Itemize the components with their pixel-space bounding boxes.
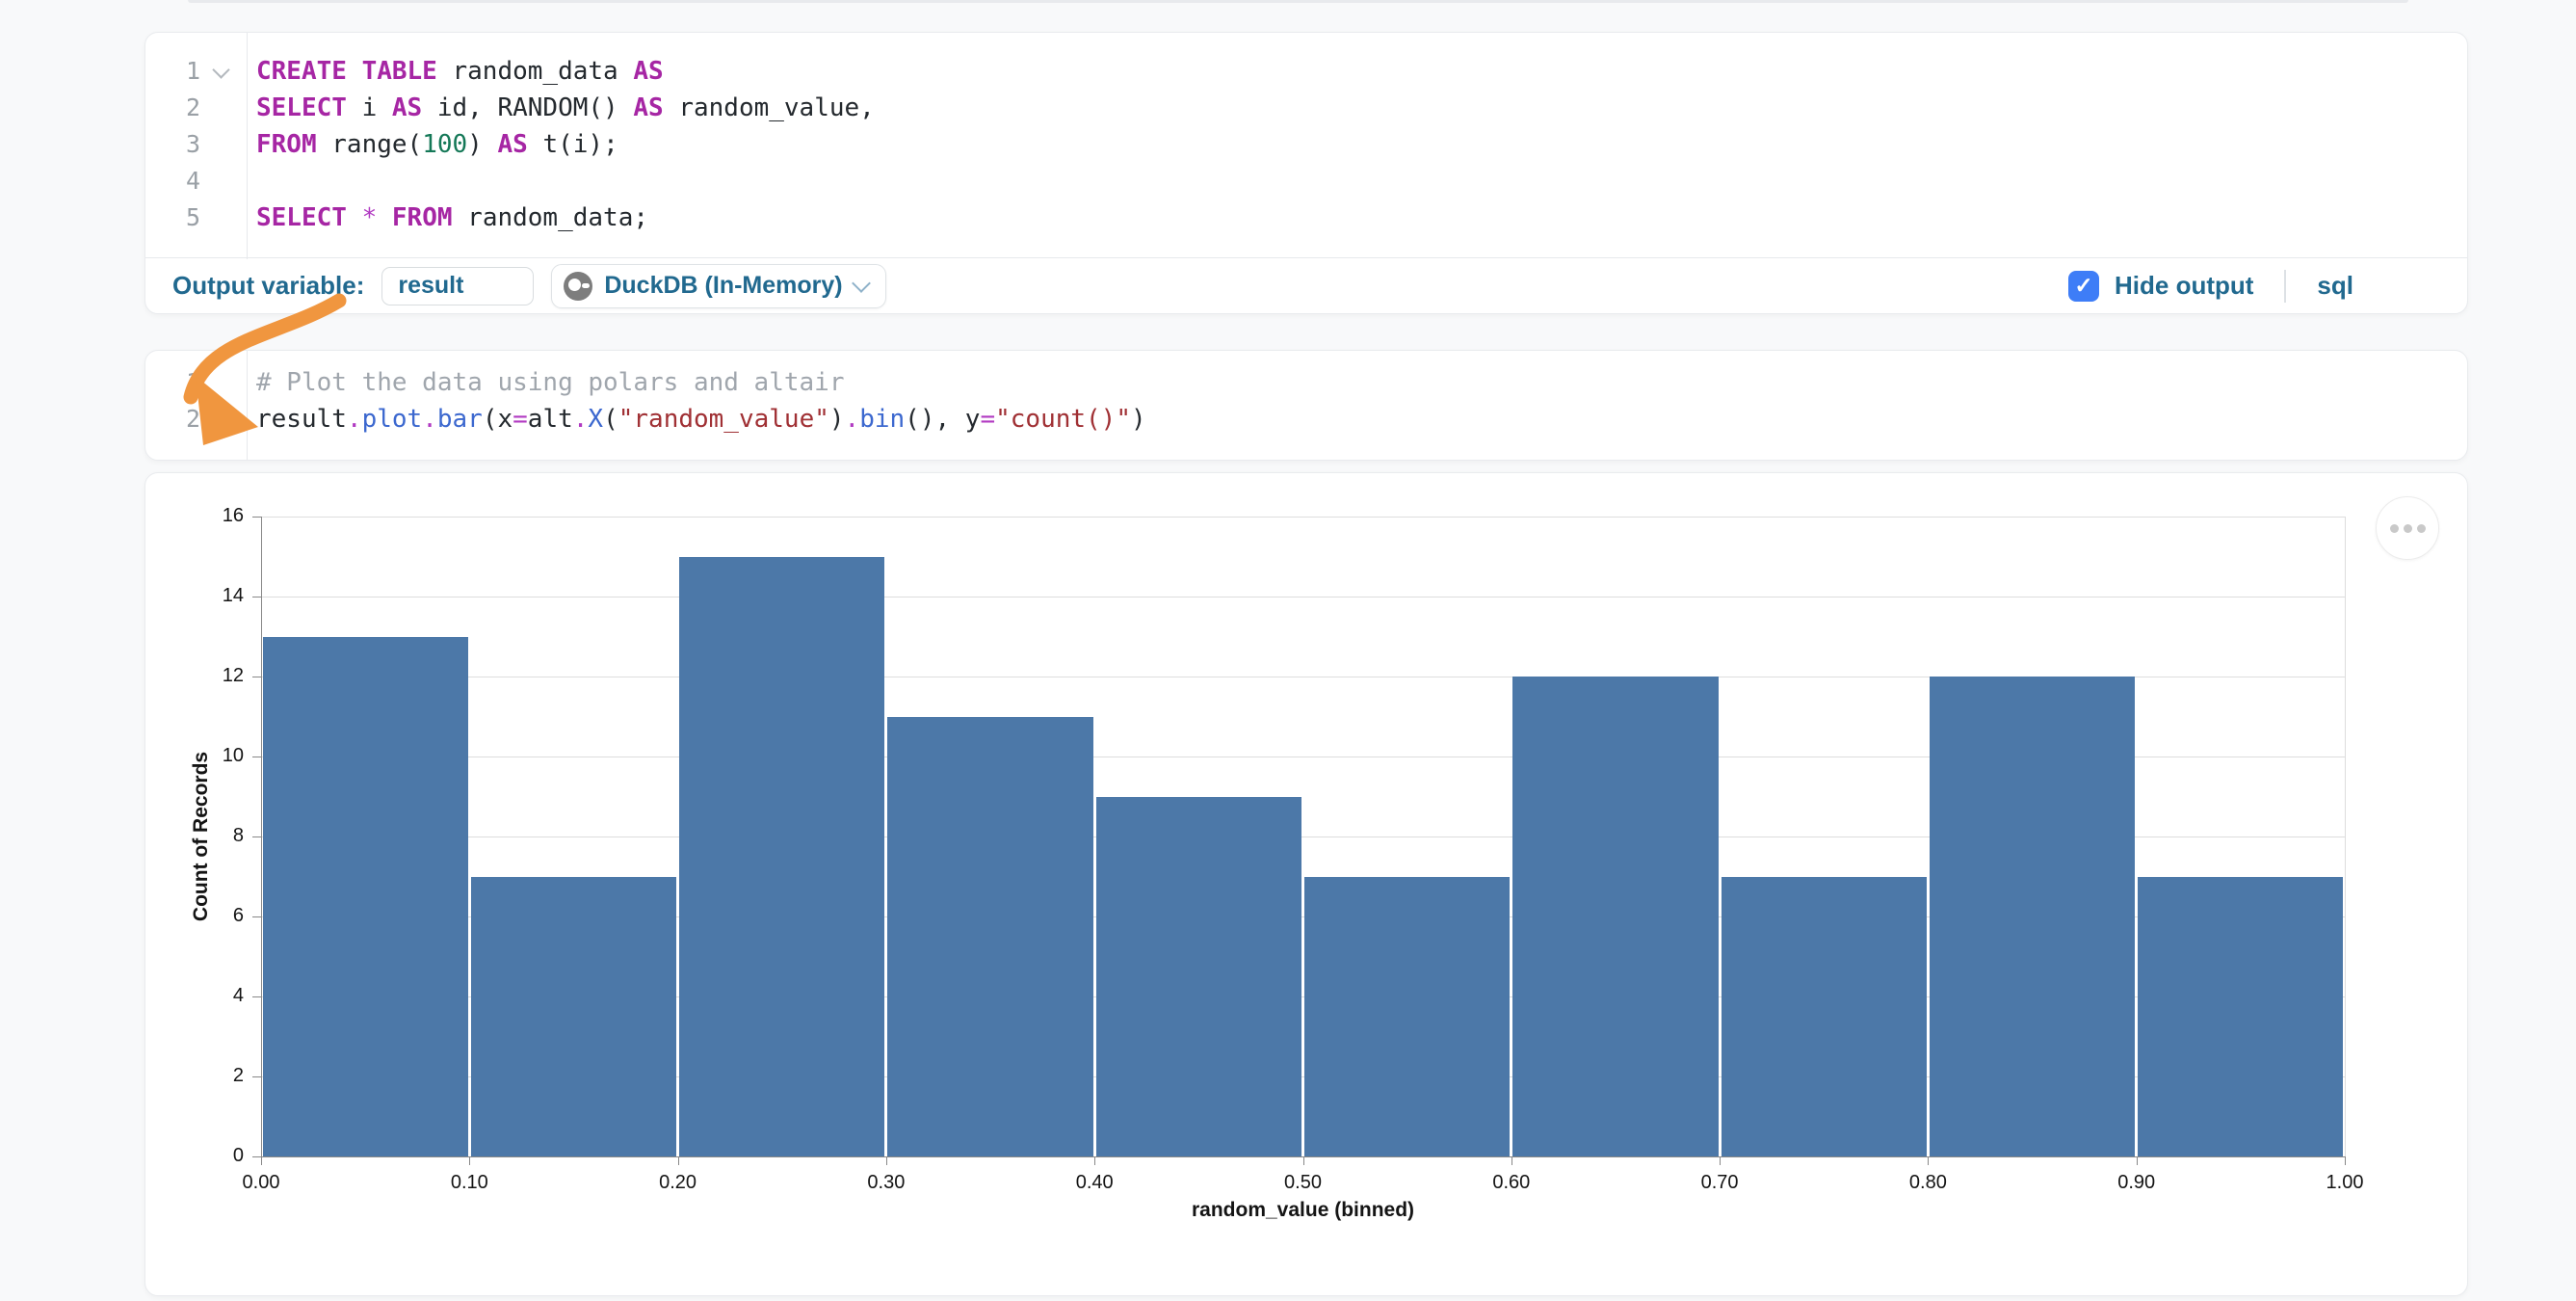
y-tick — [252, 1076, 261, 1077]
python-code-lines: # Plot the data using polars and altairr… — [248, 364, 2467, 438]
sql-line-number-gutter: 12345 — [145, 33, 248, 259]
x-tick-label: 0.10 — [416, 1172, 522, 1194]
y-tick-label: 2 — [180, 1065, 244, 1087]
x-tick — [261, 1156, 262, 1165]
bar — [1304, 877, 1510, 1157]
code-line: FROM range(100) AS t(i); — [256, 126, 2467, 163]
x-tick-label: 0.20 — [625, 1172, 731, 1194]
footer-divider — [2284, 270, 2286, 303]
line-number: 1 — [145, 364, 247, 401]
code-line: # Plot the data using polars and altair — [256, 364, 2467, 401]
y-tick-label: 14 — [180, 585, 244, 607]
bar — [1096, 797, 1301, 1157]
x-tick — [1720, 1156, 1721, 1165]
x-tick-label: 0.70 — [1667, 1172, 1773, 1194]
x-tick-label: 1.00 — [2292, 1172, 2398, 1194]
x-tick — [1094, 1156, 1095, 1165]
y-axis-line — [261, 517, 262, 1157]
code-line: SELECT * FROM random_data; — [256, 199, 2467, 236]
sql-cell-footer: Output variable: DuckDB (In-Memory) ✓ Hi… — [145, 257, 2467, 313]
y-axis-title: Count of Records — [190, 752, 213, 921]
line-number: 1 — [145, 53, 247, 90]
x-tick — [2345, 1156, 2346, 1165]
duckdb-icon — [564, 272, 592, 301]
x-tick — [886, 1156, 887, 1165]
code-line: result.plot.bar(x=alt.X("random_value").… — [256, 401, 2467, 438]
footer-left-group: Output variable: DuckDB (In-Memory) — [172, 264, 2068, 308]
y-tick-label: 12 — [180, 665, 244, 687]
bar — [1512, 677, 1718, 1156]
line-number: 5 — [145, 199, 247, 236]
output-variable-input[interactable] — [381, 267, 534, 305]
y-tick-label: 0 — [180, 1145, 244, 1167]
python-line-number-gutter: 12 — [145, 351, 248, 460]
y-tick — [252, 916, 261, 917]
python-cell: 12 # Plot the data using polars and alta… — [145, 350, 2468, 461]
sql-code-editor[interactable]: 12345 CREATE TABLE random_data ASSELECT … — [145, 33, 2467, 279]
bar — [887, 717, 1092, 1157]
bar — [1722, 877, 1927, 1157]
chart-output-cell: 02468101214160.000.100.200.300.400.500.6… — [145, 472, 2468, 1296]
hide-output-checkbox[interactable]: ✓ — [2068, 271, 2099, 302]
chevron-down-icon — [852, 274, 871, 293]
bar — [679, 557, 884, 1157]
y-tick — [252, 1156, 261, 1157]
code-line: SELECT i AS id, RANDOM() AS random_value… — [256, 90, 2467, 126]
bar — [2138, 877, 2343, 1157]
bar — [263, 637, 468, 1157]
y-tick-label: 16 — [180, 505, 244, 527]
histogram-chart: 02468101214160.000.100.200.300.400.500.6… — [145, 473, 2467, 1295]
python-code-editor[interactable]: 12 # Plot the data using polars and alta… — [145, 351, 2467, 460]
x-tick-label: 0.00 — [208, 1172, 314, 1194]
language-badge-sql[interactable]: sql — [2317, 271, 2353, 301]
output-variable-label: Output variable: — [172, 271, 364, 301]
x-tick — [1511, 1156, 1512, 1165]
sql-cell: 12345 CREATE TABLE random_data ASSELECT … — [145, 32, 2468, 314]
line-number: 2 — [145, 90, 247, 126]
bar — [471, 877, 676, 1157]
x-tick-label: 0.40 — [1041, 1172, 1147, 1194]
x-tick-label: 0.90 — [2084, 1172, 2190, 1194]
x-tick-label: 0.30 — [833, 1172, 939, 1194]
sql-code-lines: CREATE TABLE random_data ASSELECT i AS i… — [248, 53, 2467, 236]
line-number: 2 — [145, 401, 247, 438]
y-tick — [252, 996, 261, 997]
bar — [1930, 677, 2135, 1156]
x-tick — [1303, 1156, 1304, 1165]
plot-right-border — [2345, 517, 2346, 1156]
x-axis-title: random_value (binned) — [1192, 1199, 1414, 1222]
x-tick-label: 0.50 — [1250, 1172, 1356, 1194]
y-tick — [252, 517, 261, 518]
x-tick — [469, 1156, 470, 1165]
code-line — [256, 163, 2467, 199]
previous-cell-bottom-edge — [188, 0, 2408, 3]
x-tick — [678, 1156, 679, 1165]
x-tick-label: 0.80 — [1875, 1172, 1981, 1194]
footer-right-group: ✓ Hide output sql — [2068, 270, 2353, 303]
x-tick — [2137, 1156, 2138, 1165]
code-line: CREATE TABLE random_data AS — [256, 53, 2467, 90]
notebook-page: 12345 CREATE TABLE random_data ASSELECT … — [0, 0, 2576, 1301]
engine-dropdown-label: DuckDB (In-Memory) — [604, 272, 842, 300]
engine-dropdown[interactable]: DuckDB (In-Memory) — [551, 264, 885, 308]
x-tick — [1928, 1156, 1929, 1165]
y-tick — [252, 836, 261, 837]
y-tick-label: 4 — [180, 985, 244, 1007]
line-number: 4 — [145, 163, 247, 199]
x-tick-label: 0.60 — [1459, 1172, 1564, 1194]
line-number: 3 — [145, 126, 247, 163]
gridline — [261, 517, 2345, 518]
hide-output-label[interactable]: Hide output — [2115, 271, 2253, 301]
